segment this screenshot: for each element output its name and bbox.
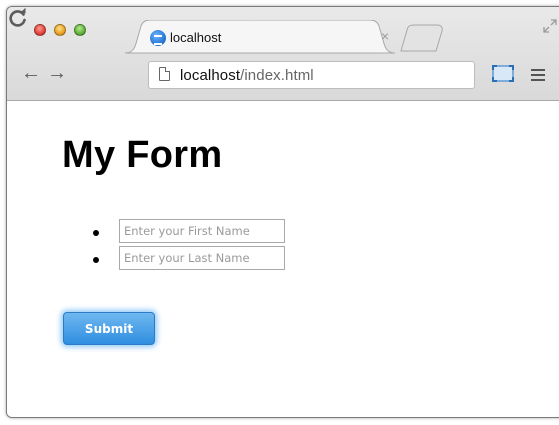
tab-close-icon[interactable]: × <box>381 28 389 44</box>
url-host: localhost <box>180 67 241 84</box>
globe-favicon-icon <box>150 30 166 46</box>
browser-window: localhost × ← → localhost/index.html My … <box>6 6 559 418</box>
page-icon <box>159 67 170 81</box>
back-button[interactable]: ← <box>21 61 41 85</box>
page-title: My Form <box>62 134 223 176</box>
submit-button[interactable]: Submit <box>63 312 155 345</box>
active-tab[interactable]: localhost × <box>125 20 395 54</box>
url-path: /index.html <box>240 67 314 84</box>
bullet-icon <box>93 257 99 263</box>
tab-title: localhost <box>170 30 222 45</box>
page-content: My Form Submit <box>7 101 559 417</box>
browser-chrome: localhost × ← → localhost/index.html <box>7 7 559 101</box>
close-window-button[interactable] <box>34 24 46 36</box>
zoom-window-button[interactable] <box>74 24 86 36</box>
last-name-input[interactable] <box>119 246 285 270</box>
cast-icon[interactable] <box>492 64 514 84</box>
new-tab-button[interactable] <box>399 24 447 52</box>
fullscreen-icon[interactable] <box>543 19 557 33</box>
minimize-window-button[interactable] <box>54 24 66 36</box>
forward-button[interactable]: → <box>47 61 67 85</box>
menu-icon[interactable] <box>531 69 545 81</box>
reload-icon[interactable] <box>7 7 29 29</box>
address-bar[interactable]: localhost/index.html <box>148 61 475 89</box>
url-text: localhost/index.html <box>180 67 314 84</box>
bullet-icon <box>93 230 99 236</box>
first-name-input[interactable] <box>119 219 285 243</box>
